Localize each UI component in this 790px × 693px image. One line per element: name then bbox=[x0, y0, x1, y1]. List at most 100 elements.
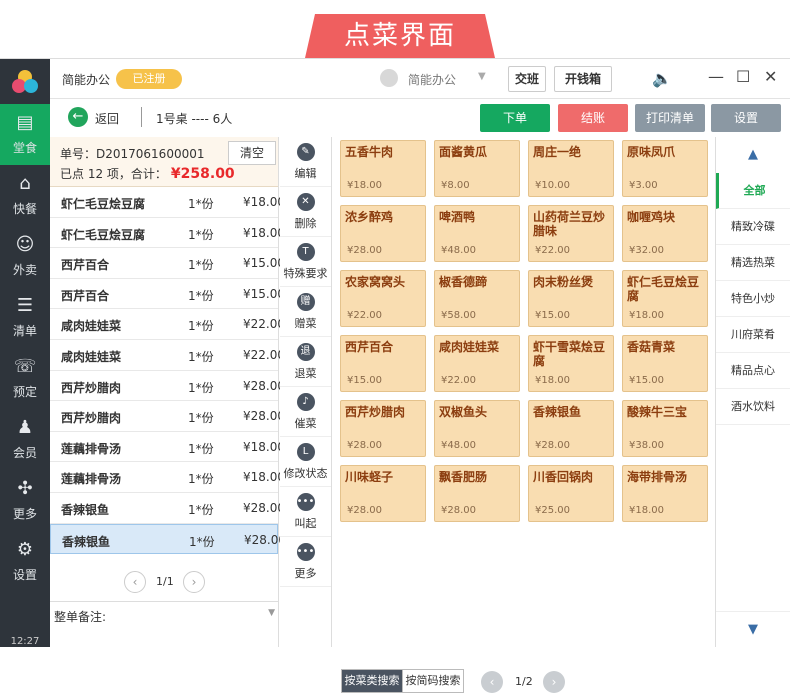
sidebar-item-4[interactable]: ☏ 预定 bbox=[0, 348, 50, 409]
dish-card[interactable]: 周庄一绝 ¥10.00 bbox=[528, 140, 614, 197]
sidebar-item-0[interactable]: ▤ 堂食 bbox=[0, 104, 50, 165]
sidebar-item-6[interactable]: ✣ 更多 bbox=[0, 470, 50, 531]
dish-name: 面酱黄瓜 bbox=[439, 145, 488, 159]
close-icon[interactable]: ✕ bbox=[764, 67, 777, 86]
clear-button[interactable]: 清空 bbox=[228, 141, 276, 165]
order-remark-field[interactable]: 整单备注: ▼ bbox=[50, 601, 279, 627]
order-row[interactable]: 咸肉娃娃菜 1*份 ¥22.00 bbox=[50, 340, 285, 371]
sidebar-item-2[interactable]: ☺ 外卖 bbox=[0, 226, 50, 287]
dish-card[interactable]: 海带排骨汤 ¥18.00 bbox=[622, 465, 708, 522]
dish-card[interactable]: 西芹炒腊肉 ¥28.00 bbox=[340, 400, 426, 457]
maximize-icon[interactable]: ☐ bbox=[736, 67, 750, 86]
order-item-price: ¥22.00 bbox=[243, 347, 285, 362]
dish-menu: 五香牛肉 ¥18.00 面酱黄瓜 ¥8.00 周庄一绝 ¥10.00 原味凤爪 ¥3.00 浓乡… bbox=[333, 137, 715, 693]
dish-card[interactable]: 双椒鱼头 ¥48.00 bbox=[434, 400, 520, 457]
op-button-2[interactable]: T 特殊要求 bbox=[280, 237, 331, 287]
op-button-5[interactable]: ♪ 催菜 bbox=[280, 387, 331, 437]
search-by-code-tab[interactable]: 按简码搜索 bbox=[402, 669, 464, 693]
order-row[interactable]: 莲藕排骨汤 1*份 ¥18.00 bbox=[50, 462, 285, 493]
op-button-3[interactable]: 赠赠菜 bbox=[280, 287, 331, 337]
op-icon: 赠 bbox=[296, 292, 315, 311]
op-button-4[interactable]: 退退菜 bbox=[280, 337, 331, 387]
order-row[interactable]: 虾仁毛豆烩豆腐 1*份 ¥18.00 bbox=[50, 187, 285, 218]
scroll-up-icon[interactable]: ▲ bbox=[716, 137, 790, 173]
chevron-down-icon[interactable]: ▼ bbox=[478, 71, 486, 82]
category-tab-1[interactable]: 精致冷碟 bbox=[716, 209, 790, 245]
dish-price: ¥18.00 bbox=[629, 505, 664, 516]
back-arrow-icon[interactable]: ← bbox=[68, 107, 88, 127]
dish-card[interactable]: 川味蛏子 ¥28.00 bbox=[340, 465, 426, 522]
dish-card[interactable]: 啤酒鸭 ¥48.00 bbox=[434, 205, 520, 262]
dish-card[interactable]: 虾仁毛豆烩豆腐 ¥18.00 bbox=[622, 270, 708, 327]
dish-card[interactable]: 面酱黄瓜 ¥8.00 bbox=[434, 140, 520, 197]
search-by-category-tab[interactable]: 按菜类搜索 bbox=[341, 669, 403, 693]
category-tab-3[interactable]: 特色小炒 bbox=[716, 281, 790, 317]
order-row[interactable]: 虾仁毛豆烩豆腐 1*份 ¥18.00 bbox=[50, 218, 285, 249]
chevron-down-icon[interactable]: ▼ bbox=[268, 608, 275, 618]
print-list-button[interactable]: 打印清单 bbox=[635, 104, 705, 132]
dish-card[interactable]: 原味凤爪 ¥3.00 bbox=[622, 140, 708, 197]
dish-card[interactable]: 咖喱鸡块 ¥32.00 bbox=[622, 205, 708, 262]
order-item-price: ¥18.00 bbox=[243, 470, 285, 485]
place-order-button[interactable]: 下单 bbox=[480, 104, 550, 132]
volume-icon[interactable]: 🔈 bbox=[652, 69, 672, 88]
dish-card[interactable]: 虾干雪菜烩豆腐 ¥18.00 bbox=[528, 335, 614, 392]
dish-card[interactable]: 香菇青菜 ¥15.00 bbox=[622, 335, 708, 392]
minimize-icon[interactable]: — bbox=[708, 67, 724, 86]
category-tab-0[interactable]: 全部 bbox=[716, 173, 790, 209]
divider bbox=[141, 107, 142, 127]
user-name[interactable]: 简能办公 bbox=[408, 71, 456, 88]
dish-card[interactable]: 山药荷兰豆炒腊味 ¥22.00 bbox=[528, 205, 614, 262]
order-row[interactable]: 香辣银鱼 1*份 ¥28.00 bbox=[50, 523, 286, 555]
order-row[interactable]: 西芹百合 1*份 ¥15.00 bbox=[50, 248, 285, 279]
dish-card[interactable]: 香辣银鱼 ¥28.00 bbox=[528, 400, 614, 457]
operations-panel: ✎ 编辑 ✕ 删除 T 特殊要求赠赠菜退退菜 ♪ 催菜 L 修改状态 ••• 叫起 ••• 更多 bbox=[280, 137, 332, 647]
next-page-icon[interactable]: › bbox=[543, 671, 565, 693]
prev-page-icon[interactable]: ‹ bbox=[124, 571, 146, 593]
dish-card[interactable]: 咸肉娃娃菜 ¥22.00 bbox=[434, 335, 520, 392]
category-tab-6[interactable]: 酒水饮料 bbox=[716, 389, 790, 425]
sidebar-item-7[interactable]: ⚙ 设置 bbox=[0, 531, 50, 592]
next-page-icon[interactable]: › bbox=[183, 571, 205, 593]
nav-label: 外卖 bbox=[12, 263, 37, 277]
settings-button[interactable]: 设置 bbox=[711, 104, 781, 132]
order-row[interactable]: 莲藕排骨汤 1*份 ¥18.00 bbox=[50, 432, 285, 463]
dish-card[interactable]: 飘香肥肠 ¥28.00 bbox=[434, 465, 520, 522]
category-tab-5[interactable]: 精品点心 bbox=[716, 353, 790, 389]
op-button-0[interactable]: ✎ 编辑 bbox=[280, 137, 331, 187]
dish-card[interactable]: 肉末粉丝煲 ¥15.00 bbox=[528, 270, 614, 327]
op-button-1[interactable]: ✕ 删除 bbox=[280, 187, 331, 237]
category-tab-4[interactable]: 川府菜肴 bbox=[716, 317, 790, 353]
dish-card[interactable]: 椒香德蹄 ¥58.00 bbox=[434, 270, 520, 327]
prev-page-icon[interactable]: ‹ bbox=[481, 671, 503, 693]
dish-card[interactable]: 川香回锅肉 ¥25.00 bbox=[528, 465, 614, 522]
dish-card[interactable]: 浓乡醉鸡 ¥28.00 bbox=[340, 205, 426, 262]
order-row[interactable]: 西芹炒腊肉 1*份 ¥28.00 bbox=[50, 401, 285, 432]
order-row[interactable]: 西芹炒腊肉 1*份 ¥28.00 bbox=[50, 371, 285, 402]
shift-button[interactable]: 交班 bbox=[508, 66, 546, 92]
nav-icon: ▤ bbox=[16, 112, 34, 133]
order-row[interactable]: 咸肉娃娃菜 1*份 ¥22.00 bbox=[50, 309, 285, 340]
order-row[interactable]: 西芹百合 1*份 ¥15.00 bbox=[50, 279, 285, 310]
order-item-price: ¥15.00 bbox=[243, 286, 285, 301]
dish-price: ¥28.00 bbox=[347, 440, 382, 451]
checkout-button[interactable]: 结账 bbox=[558, 104, 628, 132]
op-button-6[interactable]: L 修改状态 bbox=[280, 437, 331, 487]
dish-name: 酸辣牛三宝 bbox=[627, 405, 688, 419]
op-button-8[interactable]: ••• 更多 bbox=[280, 537, 331, 587]
op-button-7[interactable]: ••• 叫起 bbox=[280, 487, 331, 537]
sidebar-item-3[interactable]: ☰ 清单 bbox=[0, 287, 50, 348]
back-button[interactable]: 返回 bbox=[95, 110, 119, 127]
dish-card[interactable]: 农家窝窝头 ¥22.00 bbox=[340, 270, 426, 327]
user-avatar[interactable] bbox=[380, 69, 398, 87]
sidebar-item-1[interactable]: ⌂ 快餐 bbox=[0, 165, 50, 226]
order-row[interactable]: 香辣银鱼 1*份 ¥28.00 bbox=[50, 493, 285, 524]
dish-name: 飘香肥肠 bbox=[439, 470, 488, 484]
dish-card[interactable]: 五香牛肉 ¥18.00 bbox=[340, 140, 426, 197]
cash-drawer-button[interactable]: 开钱箱 bbox=[554, 66, 612, 92]
dish-card[interactable]: 酸辣牛三宝 ¥38.00 bbox=[622, 400, 708, 457]
category-tab-2[interactable]: 精选热菜 bbox=[716, 245, 790, 281]
scroll-down-icon[interactable]: ▼ bbox=[716, 611, 790, 647]
dish-card[interactable]: 西芹百合 ¥15.00 bbox=[340, 335, 426, 392]
sidebar-item-5[interactable]: ♟ 会员 bbox=[0, 409, 50, 470]
